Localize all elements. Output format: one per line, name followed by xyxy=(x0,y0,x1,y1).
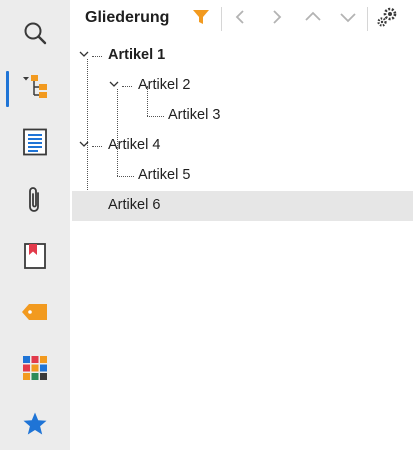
sidebar xyxy=(0,0,70,450)
sidebar-item-search[interactable] xyxy=(0,13,70,57)
outline-toolbar: Gliederung xyxy=(70,0,420,38)
filter-icon xyxy=(192,8,210,31)
tree-item-label: Artikel 5 xyxy=(138,167,191,183)
sidebar-item-attachments[interactable] xyxy=(0,180,70,224)
star-icon xyxy=(22,411,48,442)
chevron-down-icon[interactable] xyxy=(109,79,119,89)
chevron-down-icon[interactable] xyxy=(79,139,89,149)
outline-tree-icon xyxy=(21,73,49,106)
panel-title: Gliederung xyxy=(85,9,170,26)
previous-button[interactable] xyxy=(230,8,252,30)
page-icon xyxy=(22,128,48,161)
sidebar-item-page[interactable] xyxy=(0,122,70,166)
sidebar-item-outline[interactable] xyxy=(0,67,70,111)
sidebar-item-tags[interactable] xyxy=(0,292,70,336)
settings-gears-icon xyxy=(376,6,398,33)
down-arrow-icon xyxy=(339,9,357,30)
settings-button[interactable] xyxy=(376,6,398,33)
outline-tree: Artikel 1 Artikel 2 Artikel 3 Artikel 4 … xyxy=(70,38,420,450)
next-button[interactable] xyxy=(265,8,287,30)
tag-icon xyxy=(21,303,49,326)
layers-grid-icon xyxy=(22,355,48,386)
tree-item[interactable]: Artikel 1 xyxy=(72,41,413,71)
toolbar-divider xyxy=(221,7,222,31)
sidebar-item-layers[interactable] xyxy=(0,348,70,392)
tree-item[interactable]: Artikel 4 xyxy=(72,131,413,161)
sidebar-item-favorites[interactable] xyxy=(0,404,70,448)
previous-arrow-icon xyxy=(233,9,249,30)
paperclip-icon xyxy=(25,185,45,220)
tree-item-label: Artikel 2 xyxy=(138,77,191,93)
filter-button[interactable] xyxy=(190,8,212,30)
toolbar-divider xyxy=(367,7,368,31)
search-icon xyxy=(22,20,48,51)
tree-item[interactable]: Artikel 5 xyxy=(72,161,413,191)
tree-item-selected[interactable]: Artikel 6 xyxy=(72,191,413,221)
up-arrow-icon xyxy=(304,9,322,30)
sidebar-item-bookmarks[interactable] xyxy=(0,236,70,280)
move-down-button[interactable] xyxy=(337,8,359,30)
chevron-down-icon[interactable] xyxy=(79,49,89,59)
tree-item-label: Artikel 1 xyxy=(108,47,166,63)
tree-item-label: Artikel 3 xyxy=(168,107,221,123)
move-up-button[interactable] xyxy=(302,8,324,30)
tree-item[interactable]: Artikel 2 xyxy=(72,71,413,101)
tree-item[interactable]: Artikel 3 xyxy=(72,101,413,131)
next-arrow-icon xyxy=(268,9,284,30)
tree-item-label: Artikel 6 xyxy=(108,197,161,213)
outline-panel: Gliederung Artikel 1 Artikel 2 Artikel 3… xyxy=(70,0,420,450)
bookmark-icon xyxy=(23,242,47,275)
tree-item-label: Artikel 4 xyxy=(108,137,161,153)
